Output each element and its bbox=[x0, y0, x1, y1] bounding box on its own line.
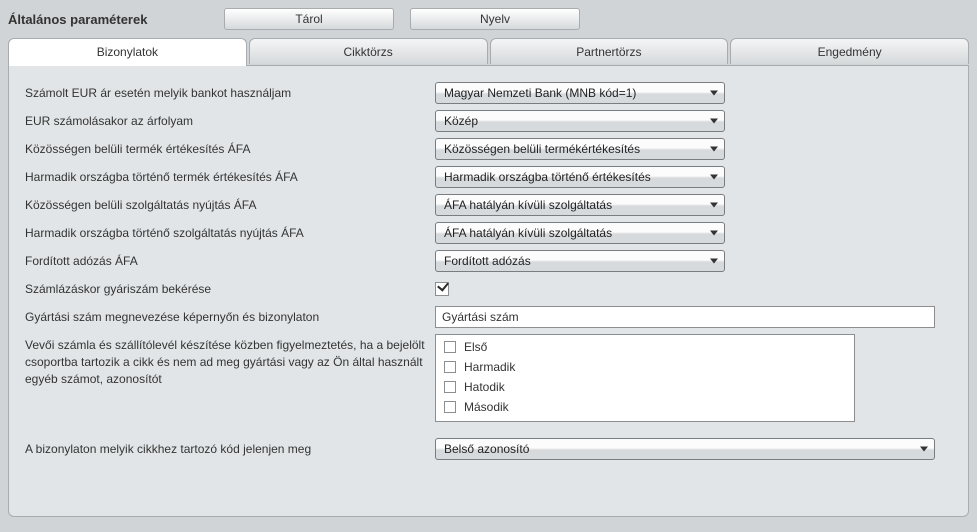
page-title: Általános paraméterek bbox=[8, 12, 208, 27]
chevron-down-icon bbox=[710, 91, 718, 96]
row-eu-product-vat: Közösségen belüli termék értékesítés ÁFA… bbox=[25, 138, 952, 160]
label-serial-name: Gyártási szám megnevezése képernyőn és b… bbox=[25, 306, 435, 326]
general-parameters-window: Általános paraméterek Tárol Nyelv Bizony… bbox=[0, 0, 977, 532]
select-third-service-vat[interactable]: ÁFA hatályán kívüli szolgáltatás bbox=[435, 222, 725, 244]
select-eur-rate[interactable]: Közép bbox=[435, 110, 725, 132]
select-eu-service-vat-value: ÁFA hatályán kívüli szolgáltatás bbox=[444, 198, 612, 212]
label-eur-rate: EUR számolásakor az árfolyam bbox=[25, 110, 435, 130]
select-eur-bank[interactable]: Magyar Nemzeti Bank (MNB kód=1) bbox=[435, 82, 725, 104]
label-eu-service-vat: Közösségen belüli szolgáltatás nyújtás Á… bbox=[25, 194, 435, 214]
tab-engedmeny[interactable]: Engedmény bbox=[730, 38, 969, 64]
checkbox-serial-prompt[interactable] bbox=[435, 282, 449, 296]
label-eur-bank: Számolt EUR ár esetén melyik bankot hasz… bbox=[25, 82, 435, 102]
checkbox-icon[interactable] bbox=[444, 381, 456, 393]
chevron-down-icon bbox=[710, 203, 718, 208]
tab-cikktorzs[interactable]: Cikktörzs bbox=[249, 38, 488, 64]
label-item-code: A bizonylaton melyik cikkhez tartozó kód… bbox=[25, 438, 435, 458]
list-item-label: Harmadik bbox=[464, 360, 515, 374]
chevron-down-icon bbox=[710, 259, 718, 264]
chevron-down-icon bbox=[710, 147, 718, 152]
list-item[interactable]: Második bbox=[436, 397, 854, 417]
list-item-label: Első bbox=[464, 340, 487, 354]
select-third-product-vat[interactable]: Harmadik országba történő értékesítés bbox=[435, 166, 725, 188]
select-reverse-vat[interactable]: Fordított adózás bbox=[435, 250, 725, 272]
header-row: Általános paraméterek Tárol Nyelv bbox=[8, 8, 969, 30]
list-item-label: Hatodik bbox=[464, 380, 505, 394]
checkbox-icon[interactable] bbox=[444, 341, 456, 353]
select-reverse-vat-value: Fordított adózás bbox=[444, 254, 531, 268]
select-eur-bank-value: Magyar Nemzeti Bank (MNB kód=1) bbox=[444, 86, 636, 100]
tabs: Bizonylatok Cikktörzs Partnertörzs Enged… bbox=[8, 38, 969, 66]
label-eu-product-vat: Közösségen belüli termék értékesítés ÁFA bbox=[25, 138, 435, 158]
language-button[interactable]: Nyelv bbox=[410, 8, 580, 30]
select-third-product-vat-value: Harmadik országba történő értékesítés bbox=[444, 170, 651, 184]
chevron-down-icon bbox=[710, 119, 718, 124]
select-item-code-value: Belső azonosító bbox=[444, 442, 529, 456]
select-eu-product-vat[interactable]: Közösségen belüli termékértékesítés bbox=[435, 138, 725, 160]
checkbox-icon[interactable] bbox=[444, 361, 456, 373]
select-item-code[interactable]: Belső azonosító bbox=[435, 438, 935, 460]
row-eu-service-vat: Közösségen belüli szolgáltatás nyújtás Á… bbox=[25, 194, 952, 216]
select-third-service-vat-value: ÁFA hatályán kívüli szolgáltatás bbox=[444, 226, 612, 240]
row-eur-rate: EUR számolásakor az árfolyam Közép bbox=[25, 110, 952, 132]
row-item-code: A bizonylaton melyik cikkhez tartozó kód… bbox=[25, 438, 952, 460]
tab-partnertorzs[interactable]: Partnertörzs bbox=[490, 38, 729, 64]
row-reverse-vat: Fordított adózás ÁFA Fordított adózás bbox=[25, 250, 952, 272]
chevron-down-icon bbox=[920, 447, 928, 452]
select-eur-rate-value: Közép bbox=[444, 114, 478, 128]
label-third-product-vat: Harmadik országba történő termék értékes… bbox=[25, 166, 435, 186]
list-item[interactable]: Első bbox=[436, 337, 854, 357]
checkbox-icon[interactable] bbox=[444, 401, 456, 413]
row-third-service-vat: Harmadik országba történő szolgáltatás n… bbox=[25, 222, 952, 244]
row-serial-name: Gyártási szám megnevezése képernyőn és b… bbox=[25, 306, 952, 328]
label-warn-groups: Vevői számla és szállítólevél készítése … bbox=[25, 334, 435, 387]
tab-panel-bizonylatok: Számolt EUR ár esetén melyik bankot hasz… bbox=[8, 65, 969, 517]
list-item[interactable]: Hatodik bbox=[436, 377, 854, 397]
label-third-service-vat: Harmadik országba történő szolgáltatás n… bbox=[25, 222, 435, 242]
list-item-label: Második bbox=[464, 400, 509, 414]
list-item[interactable]: Harmadik bbox=[436, 357, 854, 377]
row-third-product-vat: Harmadik országba történő termék értékes… bbox=[25, 166, 952, 188]
input-serial-name[interactable]: Gyártási szám bbox=[435, 306, 935, 328]
listbox-warn-groups-scroll[interactable]: Első Harmadik Hatodik Második bbox=[436, 335, 854, 421]
save-button[interactable]: Tárol bbox=[224, 8, 394, 30]
select-eu-product-vat-value: Közösségen belüli termékértékesítés bbox=[444, 142, 640, 156]
select-eu-service-vat[interactable]: ÁFA hatályán kívüli szolgáltatás bbox=[435, 194, 725, 216]
label-serial-prompt: Számlázáskor gyáriszám bekérése bbox=[25, 278, 435, 298]
chevron-down-icon bbox=[710, 175, 718, 180]
tab-bizonylatok[interactable]: Bizonylatok bbox=[8, 38, 247, 66]
row-eur-bank: Számolt EUR ár esetén melyik bankot hasz… bbox=[25, 82, 952, 104]
chevron-down-icon bbox=[710, 231, 718, 236]
label-reverse-vat: Fordított adózás ÁFA bbox=[25, 250, 435, 270]
row-serial-prompt: Számlázáskor gyáriszám bekérése bbox=[25, 278, 952, 300]
row-warn-groups: Vevői számla és szállítólevél készítése … bbox=[25, 334, 952, 422]
listbox-warn-groups: Első Harmadik Hatodik Második bbox=[435, 334, 855, 422]
